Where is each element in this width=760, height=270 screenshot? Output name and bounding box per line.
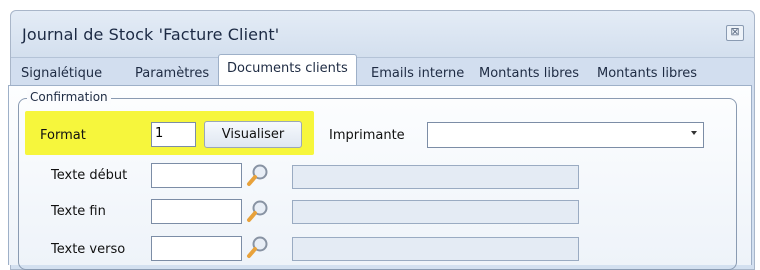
window-title: Journal de Stock 'Facture Client' xyxy=(22,25,280,44)
visualiser-button[interactable]: Visualiser xyxy=(204,121,302,148)
close-icon[interactable]: ⊠ xyxy=(726,25,744,41)
format-input[interactable]: 1 xyxy=(151,122,196,147)
texte-debut-input[interactable] xyxy=(151,163,242,188)
texte-fin-label: Texte fin xyxy=(51,204,106,219)
search-icon[interactable] xyxy=(245,162,271,188)
title-bar: Journal de Stock 'Facture Client' ⊠ xyxy=(11,11,754,58)
tab-montants-libres-2[interactable]: Montants libres xyxy=(597,66,697,81)
printer-select[interactable] xyxy=(427,122,704,148)
texte-fin-description xyxy=(292,200,579,224)
tab-documents-clients[interactable]: Documents clients xyxy=(218,54,357,85)
texte-debut-description xyxy=(292,165,579,189)
texte-verso-description xyxy=(292,237,579,261)
tab-signaletique[interactable]: Signalétique xyxy=(21,66,102,81)
group-label: Confirmation xyxy=(27,90,111,104)
tab-montants-libres-1[interactable]: Montants libres xyxy=(479,66,579,81)
tab-parametres[interactable]: Paramètres xyxy=(135,66,209,81)
texte-fin-input[interactable] xyxy=(151,199,242,224)
search-icon[interactable] xyxy=(245,198,271,224)
texte-verso-input[interactable] xyxy=(151,236,242,261)
printer-label: Imprimante xyxy=(329,128,405,143)
format-label: Format xyxy=(40,128,86,143)
tab-strip: Signalétique Paramètres Documents client… xyxy=(0,54,760,86)
chevron-down-icon[interactable] xyxy=(691,131,697,135)
texte-debut-label: Texte début xyxy=(51,168,128,183)
tab-emails-interne[interactable]: Emails interne xyxy=(371,66,464,81)
search-icon[interactable] xyxy=(245,234,271,260)
texte-verso-label: Texte verso xyxy=(51,242,126,257)
